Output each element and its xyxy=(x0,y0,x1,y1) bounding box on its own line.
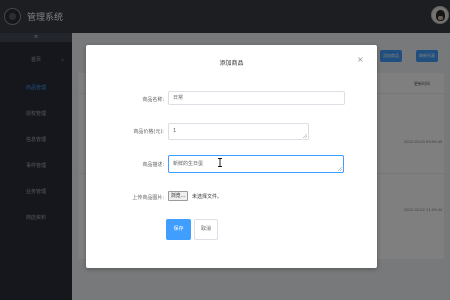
image-upload-label: 上传商品图片: xyxy=(132,195,164,201)
product-name-value: 日常 xyxy=(173,95,184,101)
dialog-title: 添加商品 xyxy=(219,60,244,67)
text-cursor-icon xyxy=(218,158,222,167)
resize-handle-icon[interactable] xyxy=(338,167,342,171)
resize-handle-icon[interactable] xyxy=(303,134,307,138)
cancel-button[interactable]: 取消 xyxy=(194,219,218,240)
browse-file-button[interactable]: 浏览... xyxy=(168,191,188,201)
file-status-text: 未选择文件。 xyxy=(192,194,223,200)
product-price-value: 1 xyxy=(173,128,177,134)
description-label: 商品描述: xyxy=(142,162,164,168)
add-product-dialog: 添加商品 × 商品名称: 日常 商品价格(元): 1 商品描述: 新鲜的生日蛋 … xyxy=(86,45,377,268)
product-price-input[interactable]: 1 xyxy=(168,123,309,140)
name-label: 商品名称: xyxy=(142,97,164,103)
price-label: 商品价格(元): xyxy=(133,129,164,135)
product-description-input[interactable]: 新鲜的生日蛋 xyxy=(168,155,344,173)
save-button[interactable]: 保存 xyxy=(166,219,191,240)
product-name-input[interactable]: 日常 xyxy=(168,91,345,105)
product-description-value: 新鲜的生日蛋 xyxy=(173,161,204,167)
close-icon[interactable]: × xyxy=(357,56,364,64)
